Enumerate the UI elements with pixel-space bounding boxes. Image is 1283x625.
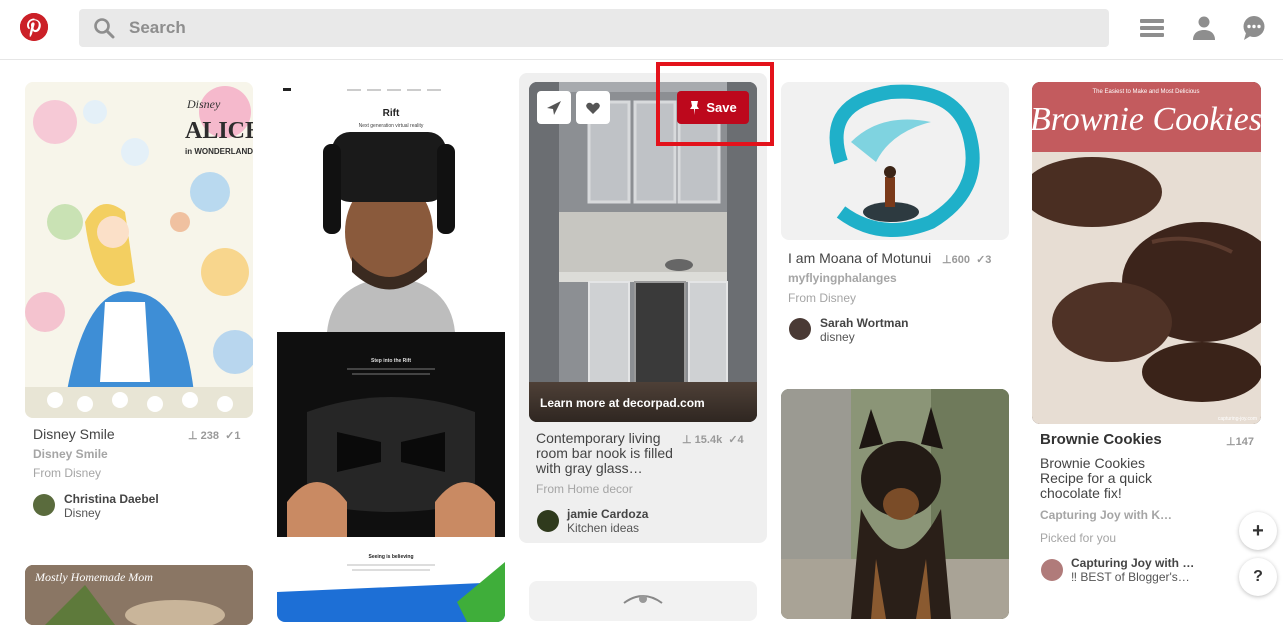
- pin-image-rift[interactable]: Rift Next generation virtual reality Ste…: [277, 82, 505, 622]
- pin-from[interactable]: From Disney: [33, 466, 101, 480]
- pin-stats: ⊥ 15.4k ✓4: [682, 433, 744, 446]
- alice-title-text: ALICE: [185, 118, 253, 144]
- pinner-board[interactable]: Disney: [64, 506, 101, 520]
- pin-count-icon: ⊥: [1226, 436, 1236, 448]
- save-count: 147: [1235, 436, 1254, 448]
- pin-description: Brownie Cookies Recipe for a quick choco…: [1040, 455, 1153, 501]
- pin-image-moana[interactable]: [781, 82, 1009, 240]
- check-icon: ✓: [976, 254, 986, 266]
- save-count: 15.4k: [694, 434, 723, 446]
- pin-stats: ⊥ 238 ✓1: [188, 429, 240, 442]
- pinner-board[interactable]: ‼ BEST of Blogger's…: [1071, 570, 1190, 584]
- avatar[interactable]: [789, 318, 811, 340]
- top-bar: [0, 0, 1283, 60]
- pin-from: Picked for you: [1040, 531, 1117, 545]
- pin-count-icon: ⊥: [682, 434, 692, 446]
- pin-image-brownie[interactable]: The Easiest to Make and Most Delicious B…: [1032, 82, 1261, 424]
- pin-count-icon: ⊥: [188, 430, 198, 442]
- profile-icon[interactable]: [1190, 14, 1218, 42]
- pin-title[interactable]: I am Moana of Motunui: [788, 251, 938, 266]
- avatar[interactable]: [537, 510, 559, 532]
- menu-icon[interactable]: [1138, 14, 1166, 42]
- pinner-name[interactable]: Capturing Joy with …: [1071, 556, 1194, 570]
- pin-title[interactable]: Contemporary living room bar nook is fil…: [536, 431, 676, 476]
- pin-source[interactable]: Disney Smile: [33, 447, 108, 461]
- like-button[interactable]: [576, 91, 610, 124]
- search-input[interactable]: [129, 9, 1029, 47]
- save-count: 238: [200, 430, 220, 442]
- brownie-watermark-text: capturing-joy.com: [1218, 416, 1257, 422]
- pin-source[interactable]: Capturing Joy with K…: [1040, 508, 1172, 522]
- repin-count: 4: [737, 434, 744, 446]
- rift-title-text: Rift: [383, 108, 400, 119]
- pinner-name[interactable]: Sarah Wortman: [820, 316, 908, 330]
- pinner-board[interactable]: disney: [820, 330, 855, 344]
- pin-image-puppy[interactable]: [781, 389, 1009, 619]
- rift-section-text: Step into the Rift: [371, 358, 411, 364]
- pin-from[interactable]: From Home decor: [536, 482, 633, 496]
- pin-image-floral[interactable]: [529, 581, 757, 621]
- search-bar[interactable]: [79, 9, 1109, 47]
- send-icon: [547, 100, 561, 115]
- brownie-header-text: The Easiest to Make and Most Delicious: [1092, 89, 1199, 95]
- check-icon: ✓: [728, 434, 738, 446]
- pin-source[interactable]: myflyingphalanges: [788, 271, 897, 285]
- pin-title[interactable]: Disney Smile: [33, 427, 183, 442]
- help-button[interactable]: ?: [1239, 558, 1277, 596]
- pinner-board[interactable]: Kitchen ideas: [567, 521, 639, 535]
- pin-image-mostly-homemade[interactable]: Mostly Homemade Mom: [25, 565, 253, 625]
- repin-count: 1: [234, 430, 241, 442]
- plus-icon: +: [1252, 519, 1264, 542]
- mostly-homemade-text: Mostly Homemade Mom: [34, 570, 153, 584]
- question-icon: ?: [1253, 568, 1263, 585]
- messages-icon[interactable]: [1240, 14, 1268, 42]
- rift-section2-text: Seeing is believing: [368, 554, 413, 560]
- brownie-title-text: Brownie Cookies: [1032, 101, 1261, 138]
- send-button[interactable]: [537, 91, 571, 124]
- pin-image-alice[interactable]: Disney ALICE in WONDERLAND: [25, 82, 253, 418]
- pinterest-logo-icon[interactable]: [20, 13, 48, 41]
- alice-brand-text: Disney: [186, 97, 221, 111]
- pin-from[interactable]: From Disney: [788, 291, 856, 305]
- heart-icon: [586, 102, 600, 114]
- search-icon: [94, 18, 115, 39]
- repin-count: 3: [985, 254, 992, 266]
- save-count: 600: [951, 254, 970, 266]
- pin-count-icon: ⊥: [942, 254, 952, 266]
- pin-stats: ⊥147: [1226, 435, 1254, 448]
- pin-title[interactable]: Brownie Cookies: [1040, 432, 1180, 447]
- add-pin-button[interactable]: +: [1239, 512, 1277, 550]
- learn-more-link[interactable]: Learn more at decorpad.com: [540, 396, 705, 410]
- rift-subtitle-text: Next generation virtual reality: [359, 123, 424, 129]
- avatar[interactable]: [33, 494, 55, 516]
- check-icon: ✓: [225, 430, 235, 442]
- avatar[interactable]: [1041, 559, 1063, 581]
- alice-subtitle-text: in WONDERLAND: [185, 147, 253, 156]
- pinner-name[interactable]: Christina Daebel: [64, 492, 159, 506]
- highlight-box: [656, 62, 774, 146]
- pinner-name[interactable]: jamie Cardoza: [567, 507, 648, 521]
- pin-stats: ⊥600 ✓3: [942, 253, 991, 266]
